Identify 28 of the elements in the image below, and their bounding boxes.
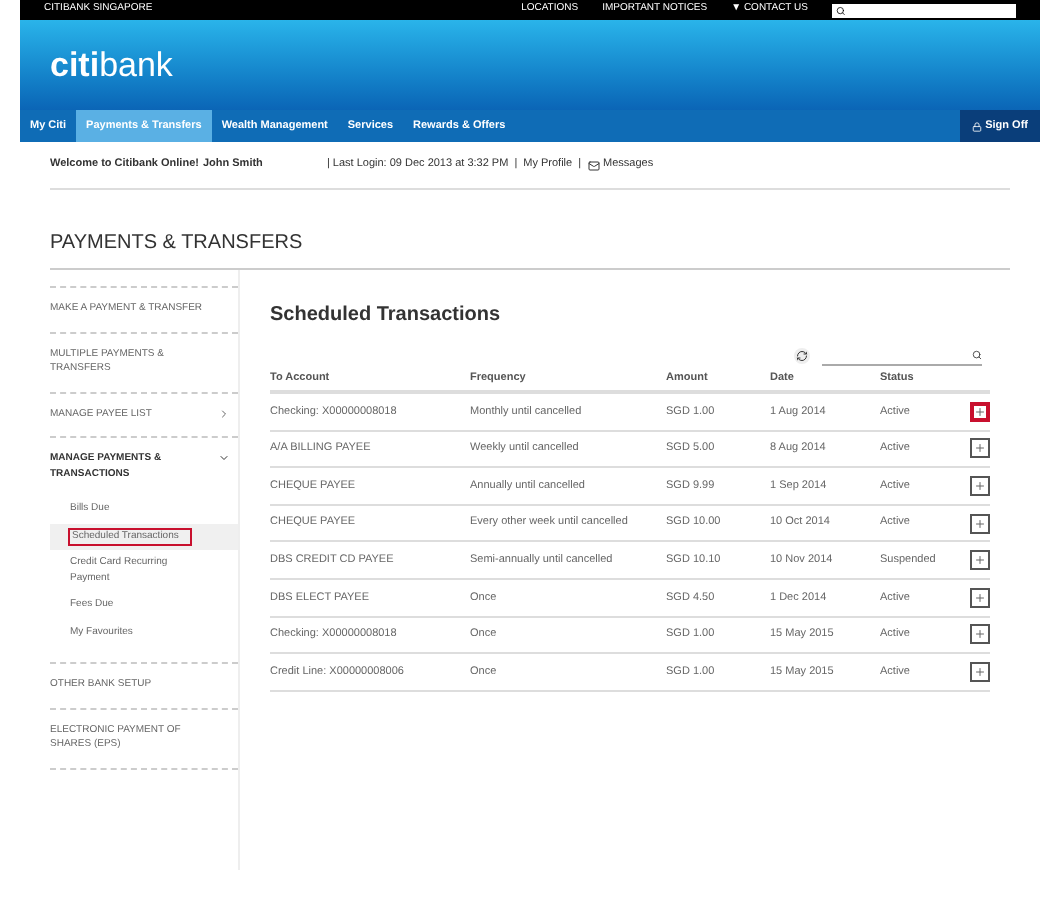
- lock-icon: [971, 121, 982, 131]
- expand-button[interactable]: [970, 438, 990, 459]
- plus-icon: [974, 442, 986, 455]
- refresh-icon[interactable]: [794, 348, 810, 364]
- plus-icon: [974, 479, 986, 492]
- section-title: Scheduled Transactions: [270, 302, 503, 330]
- search-icon: [836, 5, 846, 15]
- plus-icon: [974, 554, 986, 567]
- expand-button[interactable]: [970, 475, 990, 496]
- bank-logo[interactable]: citibank: [50, 48, 173, 82]
- expand-button[interactable]: [970, 587, 990, 608]
- search-icon: [972, 350, 982, 360]
- expand-button[interactable]: [970, 624, 990, 645]
- mail-icon: [587, 159, 600, 171]
- plus-icon: [974, 517, 986, 530]
- search-field[interactable]: [832, 3, 1016, 17]
- chevron-down-icon: [218, 452, 230, 464]
- expand-button[interactable]: [970, 550, 990, 571]
- chevron-right-icon: [218, 407, 230, 419]
- plus-icon: [974, 628, 986, 641]
- expand-button[interactable]: [970, 513, 990, 534]
- expand-button[interactable]: [970, 401, 990, 422]
- table-search-field[interactable]: [822, 346, 982, 366]
- plus-icon: [974, 665, 986, 678]
- plus-icon: [974, 591, 986, 604]
- plus-icon: [974, 405, 986, 418]
- expand-button[interactable]: [970, 661, 990, 682]
- page-title: PAYMENTS & TRANSFERS: [50, 230, 303, 258]
